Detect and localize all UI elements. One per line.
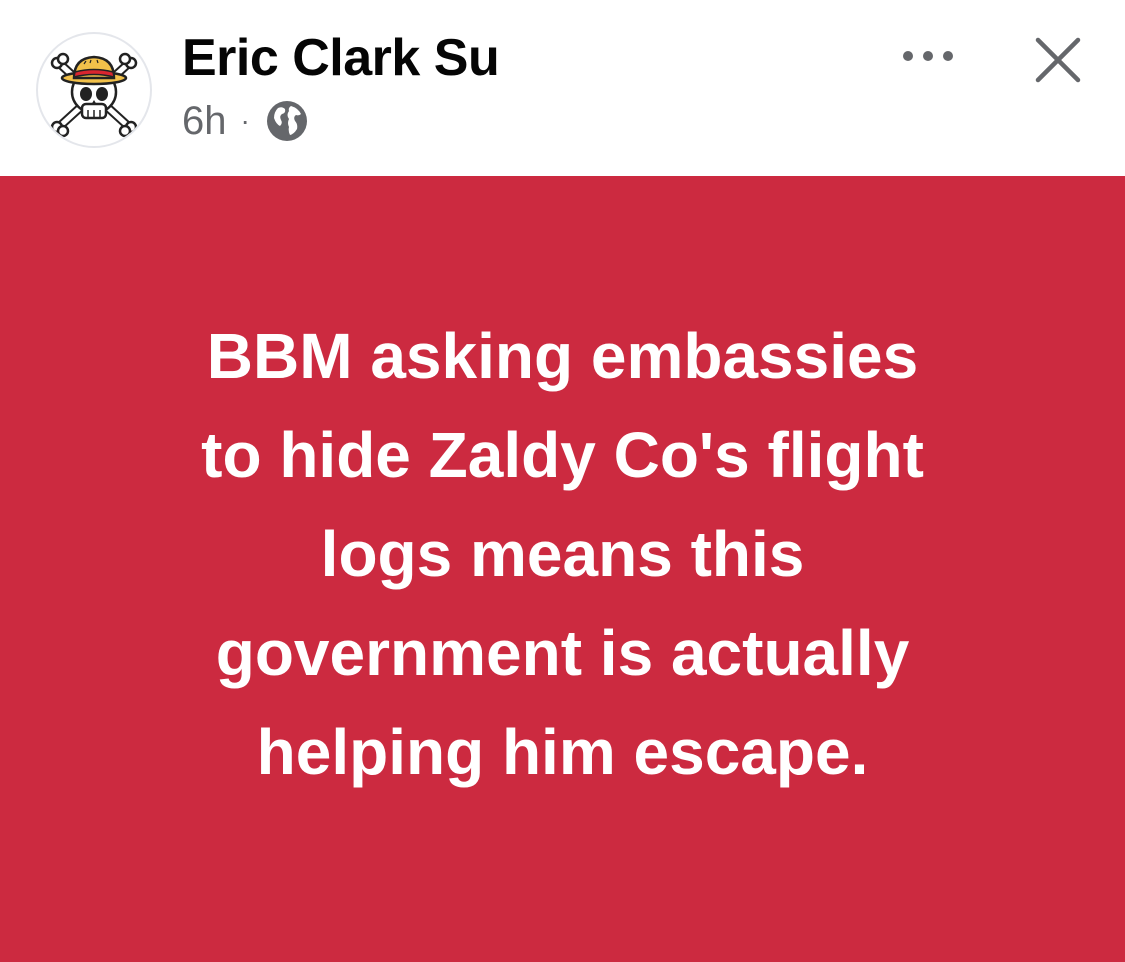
globe-icon[interactable] (264, 98, 310, 144)
close-button[interactable] (1020, 22, 1096, 98)
post-body-background: BBM asking embassies to hide Zaldy Co's … (0, 176, 1125, 962)
close-icon (1035, 37, 1081, 83)
post-text: BBM asking embassies to hide Zaldy Co's … (201, 319, 924, 788)
more-options-icon (903, 51, 953, 61)
post-timestamp[interactable]: 6h (182, 99, 227, 144)
post-meta: 6h · (182, 95, 310, 147)
author-name[interactable]: Eric Clark Su (182, 28, 500, 88)
meta-separator: · (240, 105, 250, 136)
author-avatar[interactable] (36, 32, 152, 148)
facebook-post: Eric Clark Su 6h · BBM asking embassies … (0, 0, 1125, 962)
post-header: Eric Clark Su 6h · (0, 0, 1125, 176)
more-options-button[interactable] (890, 30, 966, 82)
straw-hat-jolly-roger-icon (50, 52, 138, 138)
